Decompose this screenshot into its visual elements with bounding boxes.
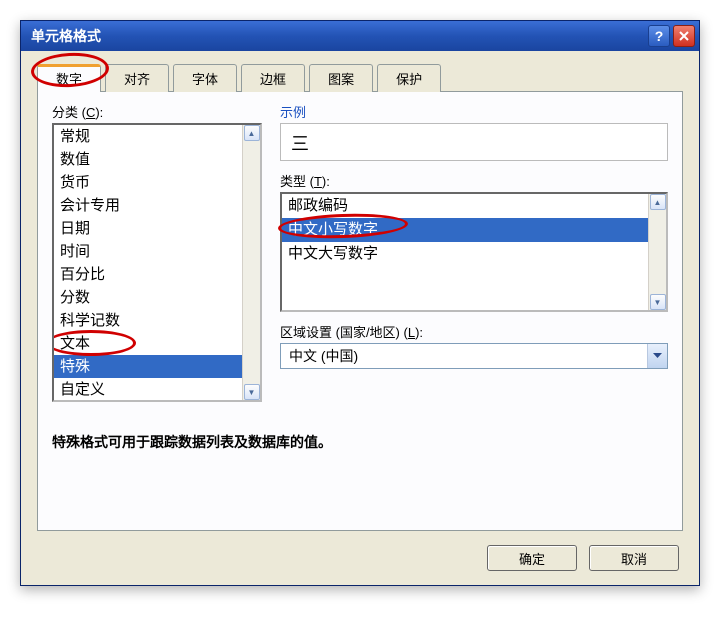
scroll-down-icon[interactable]: ▼: [650, 294, 666, 310]
dialog-buttons: 确定 取消: [37, 545, 683, 571]
list-item[interactable]: 中文大写数字: [282, 242, 648, 266]
dialog-format-cells: 单元格格式 ? 数字 对齐 字体 边框 图案 保护 分类 (C):: [20, 20, 700, 586]
list-item[interactable]: 分数: [54, 286, 242, 309]
list-item[interactable]: 日期: [54, 217, 242, 240]
sample-label: 示例: [280, 102, 668, 121]
category-listbox[interactable]: 常规 数值 货币 会计专用 日期 时间 百分比 分数 科学记数 文本 特殊 自定…: [52, 123, 262, 402]
chevron-down-icon[interactable]: [647, 344, 667, 368]
scroll-up-icon[interactable]: ▲: [650, 194, 666, 210]
list-item[interactable]: 特殊: [54, 355, 242, 378]
ok-button[interactable]: 确定: [487, 545, 577, 571]
scroll-down-icon[interactable]: ▼: [244, 384, 260, 400]
locale-combobox[interactable]: 中文 (中国): [280, 343, 668, 369]
cancel-button[interactable]: 取消: [589, 545, 679, 571]
description-text: 特殊格式可用于跟踪数据列表及数据库的值。: [52, 432, 668, 452]
category-label: 分类 (C):: [52, 102, 262, 121]
list-item[interactable]: 会计专用: [54, 194, 242, 217]
sample-box: 三: [280, 123, 668, 161]
titlebar[interactable]: 单元格格式 ?: [21, 21, 699, 51]
tab-strip: 数字 对齐 字体 边框 图案 保护: [37, 63, 683, 91]
tab-alignment[interactable]: 对齐: [105, 64, 169, 92]
sample-value: 三: [291, 134, 309, 154]
help-button[interactable]: ?: [648, 25, 670, 47]
locale-label: 区域设置 (国家/地区) (L):: [280, 322, 668, 341]
list-item[interactable]: 货币: [54, 171, 242, 194]
type-listbox[interactable]: 邮政编码 中文小写数字 中文大写数字 ▲ ▼: [280, 192, 668, 312]
list-item[interactable]: 邮政编码: [282, 194, 648, 218]
tab-pattern[interactable]: 图案: [309, 64, 373, 92]
list-item[interactable]: 中文小写数字: [282, 218, 648, 242]
list-item[interactable]: 科学记数: [54, 309, 242, 332]
scrollbar[interactable]: ▲ ▼: [242, 125, 260, 400]
list-item[interactable]: 百分比: [54, 263, 242, 286]
list-item[interactable]: 常规: [54, 125, 242, 148]
window-title: 单元格格式: [31, 26, 645, 46]
list-item[interactable]: 时间: [54, 240, 242, 263]
tab-font[interactable]: 字体: [173, 64, 237, 92]
locale-value: 中文 (中国): [281, 346, 647, 366]
close-button[interactable]: [673, 25, 695, 47]
tabpanel-number: 分类 (C): 常规 数值 货币 会计专用 日期 时间 百分比 分数 科学: [37, 91, 683, 531]
list-item[interactable]: 数值: [54, 148, 242, 171]
tab-protection[interactable]: 保护: [377, 64, 441, 92]
list-item[interactable]: 自定义: [54, 378, 242, 400]
close-icon: [678, 30, 690, 42]
scroll-up-icon[interactable]: ▲: [244, 125, 260, 141]
scrollbar[interactable]: ▲ ▼: [648, 194, 666, 310]
tab-number[interactable]: 数字: [37, 64, 101, 92]
tab-border[interactable]: 边框: [241, 64, 305, 92]
dialog-body: 数字 对齐 字体 边框 图案 保护 分类 (C): 常规 数值 货币: [21, 51, 699, 585]
list-item[interactable]: 文本: [54, 332, 242, 355]
type-label: 类型 (T):: [280, 171, 668, 190]
